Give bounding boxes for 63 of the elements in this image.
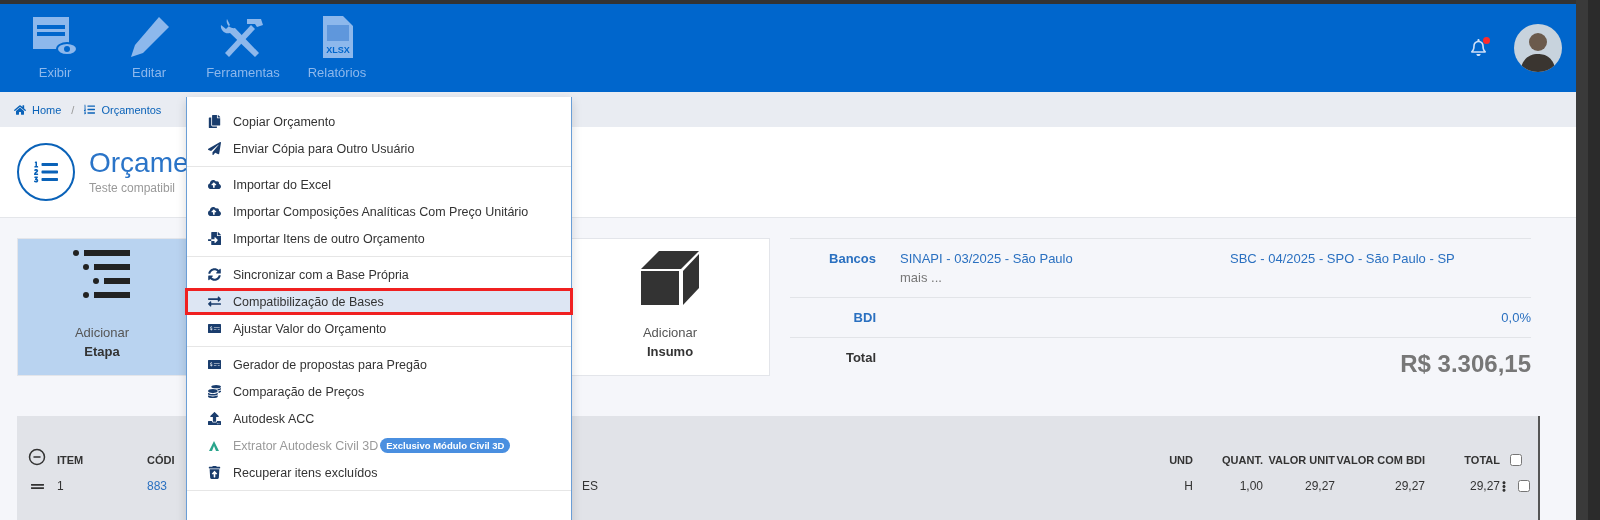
banks-label: Bancos	[828, 251, 876, 269]
column-header: CÓDI	[147, 454, 176, 467]
more-options-icon[interactable]	[1500, 480, 1508, 492]
row-checkbox[interactable]	[1518, 480, 1530, 493]
bdi-value: 0,0%	[1500, 310, 1531, 326]
column-header: UND	[1168, 454, 1193, 467]
table-cell-text: 29,27	[1393, 479, 1425, 494]
breadcrumb-link[interactable]: Orçamentos	[84, 103, 162, 116]
list-icon	[84, 104, 96, 115]
add-card[interactable]: Adicionar Etapa	[17, 238, 187, 377]
trash-restore-icon	[207, 466, 221, 479]
money-check-icon	[207, 322, 221, 335]
column-header: TOTAL	[1463, 454, 1500, 467]
table-cell-text: 1,00	[1238, 479, 1263, 494]
menu-item[interactable]: Autodesk ACC	[185, 405, 573, 432]
column-header: QUANT.	[1221, 454, 1263, 467]
module-badge: Exclusivo Módulo Civil 3D	[380, 438, 511, 453]
table-cell-text: 29,27	[1468, 479, 1500, 494]
file-import-icon	[207, 232, 221, 245]
menu-item[interactable]: Copiar Orçamento	[185, 108, 573, 135]
breadcrumb-separator: /	[71, 103, 75, 116]
bdi-label: BDI	[852, 310, 876, 326]
dollar-card-icon	[207, 358, 221, 371]
user-avatar[interactable]	[1514, 23, 1562, 72]
home-icon	[14, 103, 26, 116]
menu-item[interactable]: Ajustar Valor do Orçamento	[185, 315, 573, 342]
menu-item[interactable]: Comparação de Preços	[185, 378, 573, 405]
paper-plane-icon	[207, 142, 221, 155]
menu-item[interactable]: Sincronizar com a Base Própria	[185, 261, 573, 288]
numbered-list-icon	[17, 143, 75, 202]
breadcrumb-link[interactable]: Home	[14, 103, 62, 116]
menu-item[interactable]: Gerador de propostas para Pregão	[185, 351, 573, 378]
table-cell-text: H	[1183, 479, 1193, 494]
cloud-upload-icon	[207, 205, 221, 218]
add-card[interactable]: Adicionar Insumo	[570, 238, 770, 377]
table-cell-text: 1	[57, 479, 65, 494]
block-icon	[639, 249, 701, 308]
page-subtitle: Teste compatibil	[89, 181, 177, 196]
total-value: R$ 3.306,15	[1399, 350, 1531, 379]
menu-item[interactable]: Importar Composições Analíticas Com Preço Unitário	[185, 198, 573, 225]
upload-icon	[207, 412, 221, 425]
total-label: Total	[844, 350, 876, 368]
more-link[interactable]: mais ...	[900, 270, 1230, 286]
copy-icon	[207, 115, 221, 128]
bank-link[interactable]: SINAPI - 03/2025 - São Paulo	[900, 251, 1073, 267]
column-header: VALOR COM BDI	[1335, 454, 1425, 467]
select-all-checkbox[interactable]	[1510, 454, 1522, 467]
table-cell-text: 29,27	[1303, 479, 1335, 494]
menu-item[interactable]: Importar Itens de outro Orçamento	[185, 225, 573, 252]
menu-item[interactable]: Recuperar itens excluídos	[185, 459, 573, 486]
collapse-icon[interactable]	[28, 448, 46, 467]
column-header: VALOR UNIT	[1267, 454, 1335, 467]
column-header: ITEM	[57, 454, 85, 467]
swap-arrows-icon	[207, 295, 221, 308]
menu-item[interactable]: Compatibilização de Bases	[185, 288, 573, 315]
cloud-upload-icon	[207, 178, 221, 191]
table-cell-text: ES	[581, 479, 599, 494]
triangle-logo-icon	[208, 439, 220, 452]
sync-icon	[207, 268, 221, 281]
bell-icon	[1469, 39, 1487, 57]
scrollbar[interactable]	[1576, 0, 1588, 520]
bank-link[interactable]: SBC - 04/2025 - SPO - São Paulo - SP	[1230, 251, 1455, 267]
coins-icon	[207, 385, 221, 398]
